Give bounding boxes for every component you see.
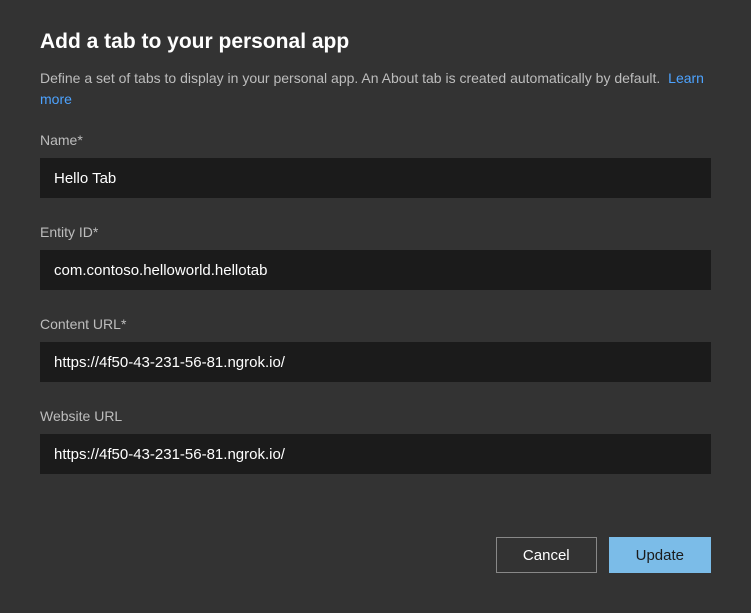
content-url-label: Content URL* bbox=[40, 316, 711, 332]
entity-id-input[interactable] bbox=[40, 250, 711, 290]
website-url-label-text: Website URL bbox=[40, 408, 122, 424]
website-url-field-group: Website URL bbox=[40, 408, 711, 474]
name-field-group: Name* bbox=[40, 132, 711, 198]
name-label: Name* bbox=[40, 132, 711, 148]
cancel-button[interactable]: Cancel bbox=[496, 537, 597, 573]
entity-id-label: Entity ID* bbox=[40, 224, 711, 240]
content-url-required-mark: * bbox=[121, 316, 126, 332]
panel-title: Add a tab to your personal app bbox=[40, 30, 711, 54]
website-url-input[interactable] bbox=[40, 434, 711, 474]
add-tab-panel: Add a tab to your personal app Define a … bbox=[0, 0, 751, 613]
panel-description: Define a set of tabs to display in your … bbox=[40, 68, 711, 110]
content-url-field-group: Content URL* bbox=[40, 316, 711, 382]
name-label-text: Name bbox=[40, 132, 77, 148]
name-required-mark: * bbox=[77, 132, 82, 148]
content-url-label-text: Content URL bbox=[40, 316, 121, 332]
website-url-label: Website URL bbox=[40, 408, 711, 424]
entity-id-required-mark: * bbox=[93, 224, 98, 240]
entity-id-label-text: Entity ID bbox=[40, 224, 93, 240]
content-url-input[interactable] bbox=[40, 342, 711, 382]
update-button[interactable]: Update bbox=[609, 537, 711, 573]
name-input[interactable] bbox=[40, 158, 711, 198]
button-row: Cancel Update bbox=[40, 517, 711, 573]
description-text: Define a set of tabs to display in your … bbox=[40, 70, 660, 86]
entity-id-field-group: Entity ID* bbox=[40, 224, 711, 290]
